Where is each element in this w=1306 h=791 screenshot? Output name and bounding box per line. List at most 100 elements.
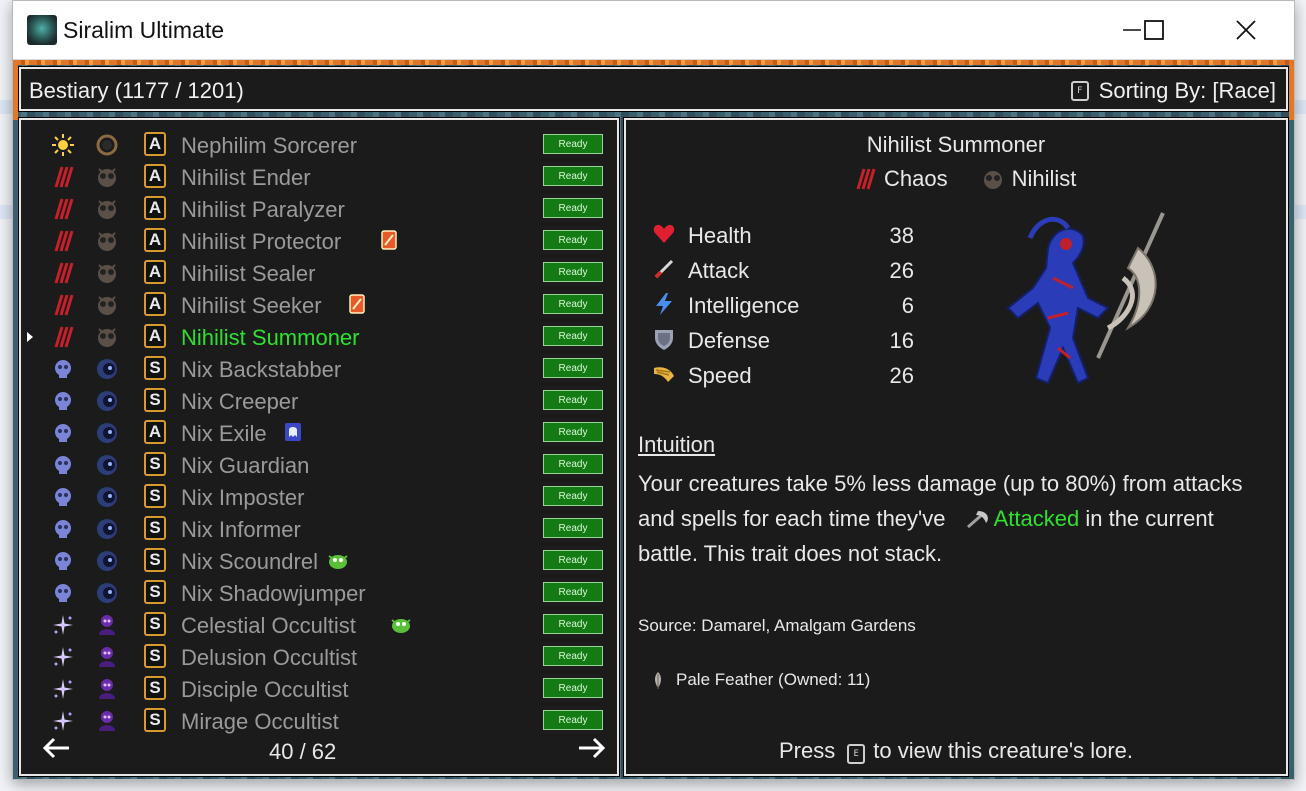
next-page-button[interactable] bbox=[577, 737, 607, 764]
sorcery-icon bbox=[51, 613, 75, 637]
card-icon bbox=[348, 294, 366, 314]
close-button[interactable] bbox=[1223, 9, 1269, 51]
creature-row[interactable]: A Nix Exile Ready bbox=[21, 416, 617, 448]
nihilist-icon bbox=[95, 293, 119, 317]
stat-defense: Defense 16 bbox=[652, 325, 932, 355]
status-badge: Ready bbox=[543, 230, 603, 250]
goblin-icon bbox=[327, 550, 349, 570]
occultist-icon bbox=[95, 613, 119, 637]
creature-row[interactable]: A Nihilist Seeker Ready bbox=[21, 288, 617, 320]
trait-keyword[interactable]: Attacked bbox=[994, 506, 1080, 531]
nihilist-icon bbox=[983, 171, 1002, 189]
creature-row[interactable]: S Nix Backstabber Ready bbox=[21, 352, 617, 384]
status-badge: Ready bbox=[543, 614, 603, 634]
creature-row[interactable]: A Nihilist Summoner Ready bbox=[21, 320, 617, 352]
creature-name-label: Nix Shadowjumper bbox=[181, 581, 366, 606]
sorcery-icon bbox=[51, 677, 75, 701]
creature-row[interactable]: A Nihilist Protector Ready bbox=[21, 224, 617, 256]
class-badge: A bbox=[144, 196, 166, 220]
status-badge: Ready bbox=[543, 326, 603, 346]
chaos-icon bbox=[51, 293, 75, 317]
class-badge: S bbox=[144, 516, 166, 540]
app-window: Siralim Ultimate Bestiary (1177 / 1201) … bbox=[12, 0, 1295, 780]
maximize-button[interactable] bbox=[1131, 9, 1177, 51]
material-text: Pale Feather (Owned: 11) bbox=[676, 670, 871, 689]
stat-speed: Speed 26 bbox=[652, 360, 932, 390]
status-badge: Ready bbox=[543, 198, 603, 218]
nix-icon bbox=[95, 581, 119, 605]
creature-row[interactable]: S Delusion Occultist Ready bbox=[21, 640, 617, 672]
nix-icon bbox=[95, 517, 119, 541]
sorcery-icon bbox=[51, 645, 75, 669]
creature-race: Nihilist bbox=[1011, 166, 1077, 191]
creature-row[interactable]: A Nephilim Sorcerer Ready bbox=[21, 128, 617, 160]
creature-element: Chaos bbox=[884, 166, 948, 191]
class-badge: A bbox=[144, 228, 166, 252]
creature-row[interactable]: A Nihilist Ender Ready bbox=[21, 160, 617, 192]
heart-icon bbox=[653, 224, 675, 243]
creature-row[interactable]: S Nix Shadowjumper Ready bbox=[21, 576, 617, 608]
death-icon bbox=[51, 421, 75, 445]
app-logo-icon bbox=[27, 15, 57, 45]
source-text: Source: Damarel, Amalgam Gardens bbox=[638, 616, 916, 635]
keyboard-key-icon[interactable]: E bbox=[847, 744, 866, 764]
class-badge: S bbox=[144, 612, 166, 636]
creature-row[interactable]: A Nihilist Paralyzer Ready bbox=[21, 192, 617, 224]
death-icon bbox=[51, 453, 75, 477]
creature-row[interactable]: S Nix Informer Ready bbox=[21, 512, 617, 544]
selection-cursor-icon bbox=[27, 332, 33, 342]
death-icon bbox=[51, 389, 75, 413]
death-icon bbox=[51, 485, 75, 509]
creature-row[interactable]: A Nihilist Sealer Ready bbox=[21, 256, 617, 288]
class-badge: A bbox=[144, 292, 166, 316]
chaos-icon bbox=[51, 229, 75, 253]
class-badge: S bbox=[144, 676, 166, 700]
keyboard-key-icon: F bbox=[1070, 81, 1089, 101]
creature-row[interactable]: S Disciple Occultist Ready bbox=[21, 672, 617, 704]
creature-name-label: Nix Imposter bbox=[181, 485, 305, 510]
class-badge: S bbox=[144, 356, 166, 380]
shield-icon bbox=[655, 330, 673, 350]
class-badge: A bbox=[144, 420, 166, 444]
previous-page-button[interactable] bbox=[41, 737, 71, 764]
creature-name-label: Nix Backstabber bbox=[181, 357, 342, 382]
creature-row[interactable]: S Nix Creeper Ready bbox=[21, 384, 617, 416]
nix-icon bbox=[95, 549, 119, 573]
creature-name-label: Disciple Occultist bbox=[181, 677, 349, 702]
class-badge: A bbox=[144, 132, 166, 156]
creature-name-label: Nihilist Protector bbox=[181, 229, 342, 254]
status-badge: Ready bbox=[543, 390, 603, 410]
creature-row[interactable]: S Nix Guardian Ready bbox=[21, 448, 617, 480]
status-badge: Ready bbox=[543, 710, 603, 730]
decor-border bbox=[1289, 60, 1294, 120]
class-badge: S bbox=[144, 580, 166, 604]
status-badge: Ready bbox=[543, 582, 603, 602]
creature-row[interactable]: S Nix Imposter Ready bbox=[21, 480, 617, 512]
occultist-icon bbox=[95, 645, 119, 669]
nihilist-icon bbox=[95, 197, 119, 221]
title-bar: Siralim Ultimate bbox=[13, 1, 1294, 60]
page-indicator: 40 / 62 bbox=[269, 739, 337, 764]
creature-row[interactable]: S Mirage Occultist Ready bbox=[21, 704, 617, 736]
game-canvas: Bestiary (1177 / 1201) F Sorting By: [Ra… bbox=[13, 60, 1294, 779]
status-badge: Ready bbox=[543, 486, 603, 506]
nihilist-icon bbox=[95, 261, 119, 285]
chaos-icon bbox=[51, 261, 75, 285]
close-icon bbox=[1236, 20, 1256, 40]
status-badge: Ready bbox=[543, 134, 603, 154]
creature-list[interactable]: A Nephilim Sorcerer Ready A Nihilist Ender Re… bbox=[19, 118, 619, 776]
card-icon bbox=[380, 230, 398, 250]
nix-icon bbox=[95, 389, 119, 413]
death-icon bbox=[51, 549, 75, 573]
sort-control[interactable]: F Sorting By: [Race] bbox=[1070, 78, 1276, 104]
trait-description: Your creatures take 5% less damage (up t… bbox=[638, 471, 1243, 566]
status-badge: Ready bbox=[543, 678, 603, 698]
sort-label: Sorting By: [Race] bbox=[1098, 78, 1276, 103]
creature-row[interactable]: S Nix Scoundrel Ready bbox=[21, 544, 617, 576]
nix-icon bbox=[95, 453, 119, 477]
class-badge: A bbox=[144, 164, 166, 188]
goblin-icon bbox=[390, 614, 412, 634]
chaos-icon bbox=[51, 197, 75, 221]
creature-row[interactable]: S Celestial Occultist Ready bbox=[21, 608, 617, 640]
creature-name-label: Celestial Occultist bbox=[181, 613, 356, 638]
